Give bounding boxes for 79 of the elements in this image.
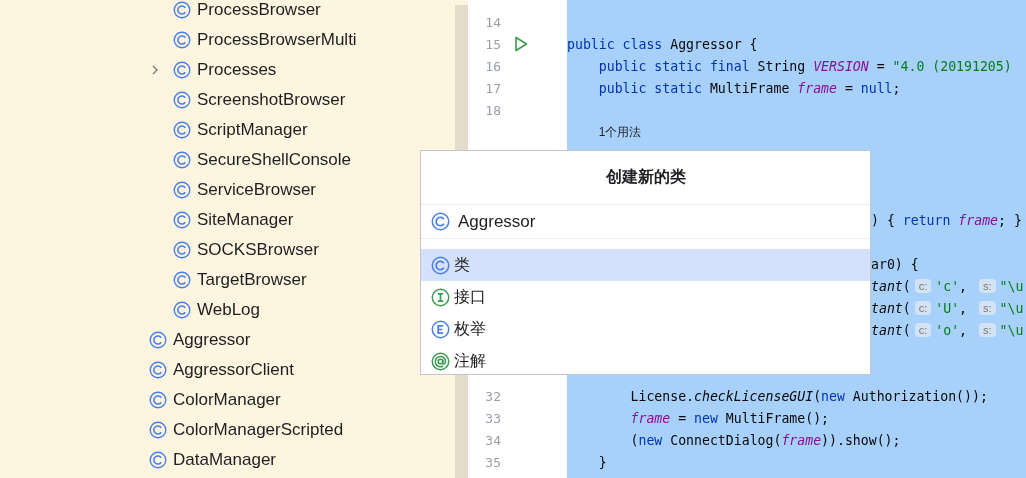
tree-item[interactable]: SecureShellConsole <box>0 145 352 175</box>
class-icon <box>173 181 191 199</box>
menu-item[interactable]: 类 <box>421 249 870 281</box>
inlay-hint: s: <box>979 301 996 315</box>
code-text: "\u <box>999 300 1024 316</box>
class-icon <box>173 151 191 169</box>
tree-item[interactable]: ProcessBrowser <box>0 0 321 25</box>
tree-item[interactable]: WebLog <box>0 295 260 325</box>
line-number: 14 <box>485 14 501 30</box>
code-text: ) { return frame; } <box>871 212 1022 228</box>
code-text: ar0) { <box>871 256 919 272</box>
code-text: tant( <box>871 300 911 316</box>
class-icon <box>173 241 191 259</box>
class-icon <box>149 391 167 409</box>
tree-item[interactable]: TargetBrowser <box>0 265 307 295</box>
class-icon <box>431 212 450 231</box>
code-text: "\u <box>999 322 1024 338</box>
line-number: 35 <box>485 454 501 470</box>
menu-item[interactable]: 接口 <box>421 281 870 313</box>
class-icon <box>173 271 191 289</box>
inlay-hint: c: <box>914 323 932 337</box>
code-text: tant( <box>871 322 911 338</box>
code-text: 'c', <box>935 278 969 294</box>
tree-item[interactable]: AggressorClient <box>0 355 294 385</box>
tree-item[interactable]: DataManager <box>0 445 276 475</box>
annotation-icon <box>431 351 450 371</box>
line-number: 17 <box>485 80 501 96</box>
inlay-hint: s: <box>979 279 996 293</box>
tree-item[interactable]: Processes <box>0 55 277 85</box>
menu-item[interactable]: 枚举 <box>421 313 870 345</box>
inlay-hint: c: <box>914 301 932 315</box>
class-icon <box>173 91 191 109</box>
line-number: 18 <box>485 102 501 118</box>
line-number: 15 <box>485 36 501 52</box>
interface-icon <box>431 287 450 307</box>
tree-item[interactable]: SiteManager <box>0 205 294 235</box>
class-icon <box>173 301 191 319</box>
code-text: 'U', <box>935 300 969 316</box>
class-icon <box>173 1 191 19</box>
inlay-hint: c: <box>914 279 932 293</box>
code-text: (new ConnectDialog(frame)).show(); <box>629 432 901 448</box>
line-number: 33 <box>485 410 501 426</box>
code-text: "\u <box>999 278 1024 294</box>
code-text: 'o', <box>935 322 969 338</box>
tree-item[interactable]: Aggressor <box>0 325 251 355</box>
class-icon <box>173 121 191 139</box>
code-text: public class Aggressor { <box>567 36 758 52</box>
tree-item[interactable]: ColorManagerScripted <box>0 415 344 445</box>
class-icon <box>173 61 191 79</box>
enum-icon <box>431 319 450 339</box>
class-icon <box>173 211 191 229</box>
menu-item[interactable]: 注解 <box>421 345 870 377</box>
tree-item[interactable]: ScriptManager <box>0 115 308 145</box>
inlay-hint: s: <box>979 323 996 337</box>
name-field[interactable]: Aggressor <box>458 211 818 232</box>
line-number: 16 <box>485 58 501 74</box>
code-text: frame = new MultiFrame(); <box>629 410 830 426</box>
code-text: public static final String VERSION = "4.0 (20191205) <box>597 58 1012 74</box>
tree-item[interactable]: ScreenshotBrowser <box>0 85 346 115</box>
usage-hint[interactable]: 1个用法 <box>598 123 642 141</box>
class-icon <box>149 331 167 349</box>
class-icon <box>173 31 191 49</box>
class-icon <box>149 451 167 469</box>
class-icon <box>149 361 167 379</box>
code-text: tant( <box>871 278 911 294</box>
tree-item[interactable]: SOCKSBrowser <box>0 235 319 265</box>
popup-title: 创建新的类 <box>605 167 686 187</box>
class-icon <box>149 421 167 439</box>
tree-item[interactable]: ProcessBrowserMulti <box>0 25 357 55</box>
line-number: 32 <box>485 388 501 404</box>
code-text: } <box>597 454 607 470</box>
chevron-icon[interactable] <box>151 64 159 76</box>
code-text: License.checkLicenseGUI(new Authorization()); <box>629 388 988 404</box>
class-icon <box>431 255 450 275</box>
run-icon[interactable] <box>514 36 528 52</box>
tree-item[interactable]: ServiceBrowser <box>0 175 317 205</box>
line-number: 34 <box>485 432 501 448</box>
code-text: public static MultiFrame frame = null; <box>597 80 901 96</box>
tree-item[interactable]: ColorManager <box>0 385 281 415</box>
